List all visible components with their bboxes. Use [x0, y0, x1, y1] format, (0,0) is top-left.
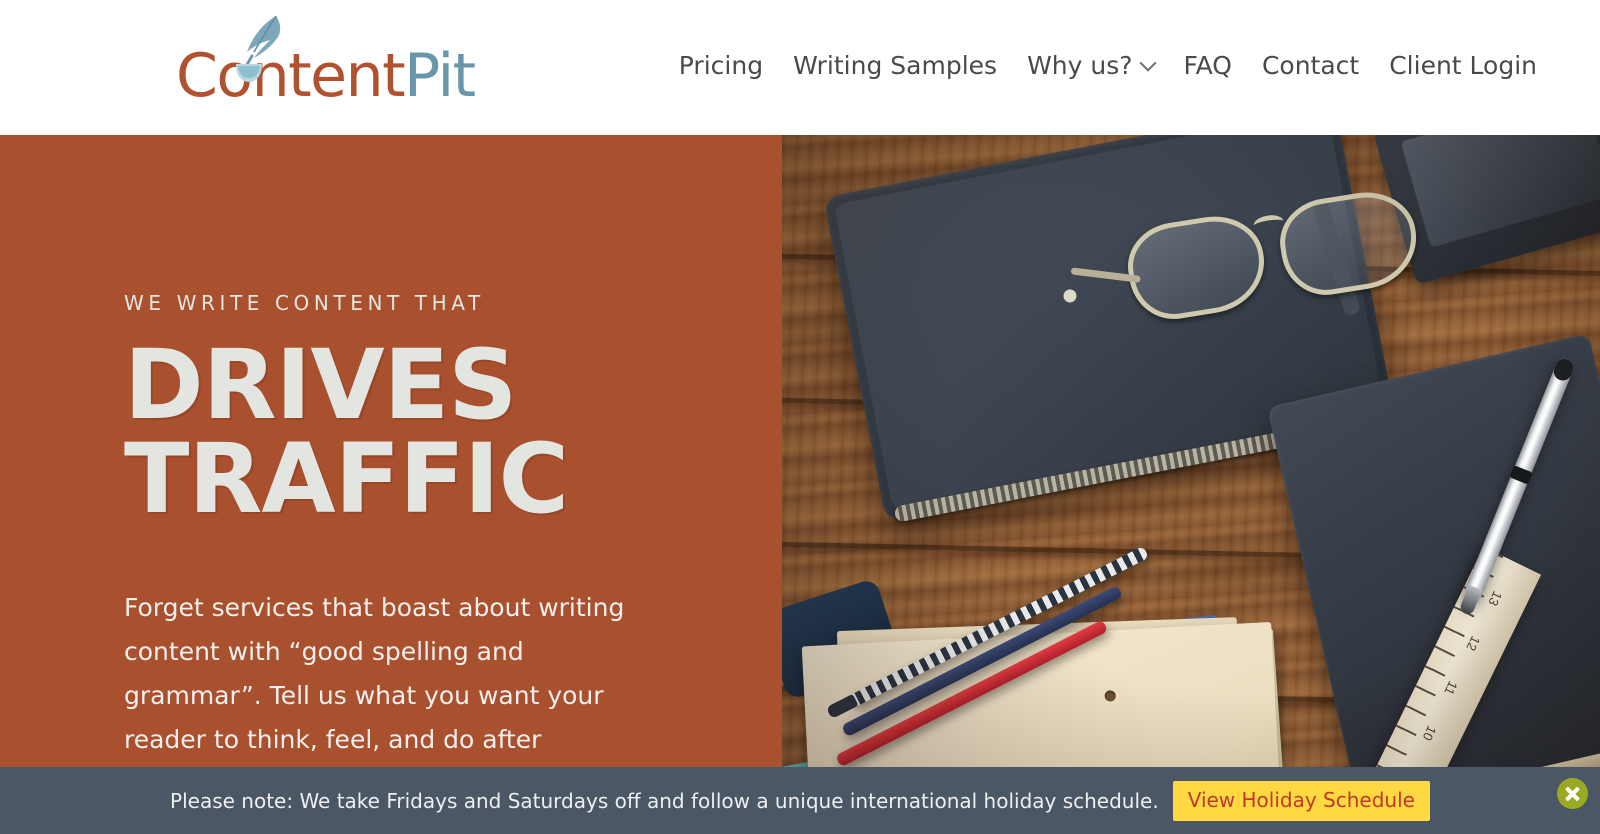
- eyeglasses-bridge: [1252, 213, 1285, 234]
- ruler-number: 10: [1419, 723, 1440, 744]
- hero-copy: WE WRITE CONTENT THAT DRIVES TRAFFIC For…: [124, 290, 724, 806]
- logo-text-pit: Pit: [404, 41, 476, 111]
- site-header: ContentPit Pricing Writing Samples Why u…: [0, 0, 1600, 135]
- nav-item-label: Why us?: [1027, 51, 1133, 80]
- nav-item-contact[interactable]: Contact: [1247, 46, 1374, 86]
- notice-message: Please note: We take Fridays and Saturda…: [170, 788, 1159, 813]
- view-holiday-schedule-button[interactable]: View Holiday Schedule: [1172, 780, 1430, 821]
- nav-item-label: Writing Samples: [793, 51, 998, 80]
- nav-item-pricing[interactable]: Pricing: [664, 46, 778, 86]
- hero-photo: 13 12 11 10 9 8: [782, 135, 1600, 834]
- hero-text-panel: WE WRITE CONTENT THAT DRIVES TRAFFIC For…: [0, 135, 782, 834]
- ruler-number: 11: [1441, 678, 1461, 698]
- nav-item-label: Client Login: [1389, 51, 1537, 80]
- eyeglasses-left-lens: [1121, 209, 1272, 326]
- main-navigation: Pricing Writing Samples Why us? FAQ Cont…: [664, 46, 1552, 86]
- nav-item-label: Contact: [1261, 51, 1360, 80]
- paper-punch-hole: [1104, 690, 1116, 702]
- nav-item-writing-samples[interactable]: Writing Samples: [778, 46, 1012, 86]
- nav-item-faq[interactable]: FAQ: [1169, 46, 1247, 86]
- nav-item-label: FAQ: [1183, 51, 1232, 80]
- close-notice-button[interactable]: [1557, 778, 1588, 809]
- holiday-notice-bar: Please note: We take Fridays and Saturda…: [0, 767, 1600, 834]
- logo-text-content: Content: [176, 41, 406, 111]
- hero-eyebrow: WE WRITE CONTENT THAT: [124, 291, 485, 315]
- nav-item-client-login[interactable]: Client Login: [1374, 46, 1552, 86]
- ruler-number: 13: [1485, 588, 1506, 609]
- site-logo[interactable]: ContentPit: [176, 15, 476, 106]
- nav-item-label: Pricing: [678, 51, 764, 80]
- ruler-number: 12: [1463, 633, 1484, 654]
- eyeglasses-right-lens: [1274, 185, 1424, 302]
- chevron-down-icon: [1139, 54, 1157, 72]
- nav-item-why-us[interactable]: Why us?: [1012, 46, 1168, 86]
- hero-section: WE WRITE CONTENT THAT DRIVES TRAFFIC For…: [0, 135, 1600, 834]
- page-root: ContentPit Pricing Writing Samples Why u…: [0, 0, 1600, 834]
- hero-headline: DRIVES TRAFFIC: [124, 329, 569, 535]
